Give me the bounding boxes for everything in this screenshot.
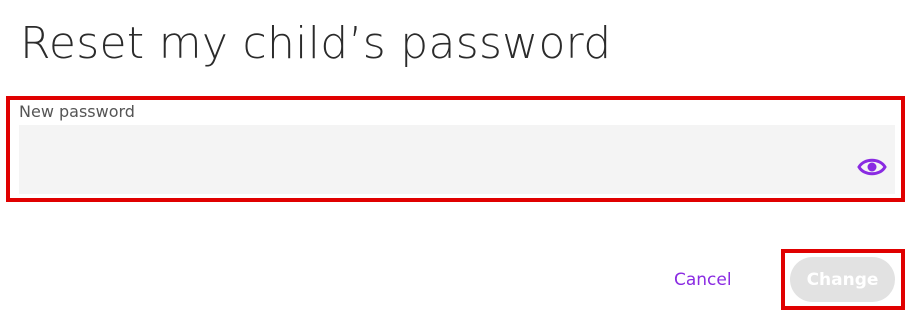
page-title: Reset my child’s password [20, 18, 612, 69]
change-button[interactable]: Change [790, 257, 895, 302]
new-password-label: New password [19, 102, 135, 121]
eye-icon[interactable] [857, 155, 887, 179]
reset-password-dialog: Reset my child’s password New password C… [0, 0, 919, 331]
cancel-button[interactable]: Cancel [674, 269, 732, 291]
new-password-input[interactable] [19, 125, 895, 194]
